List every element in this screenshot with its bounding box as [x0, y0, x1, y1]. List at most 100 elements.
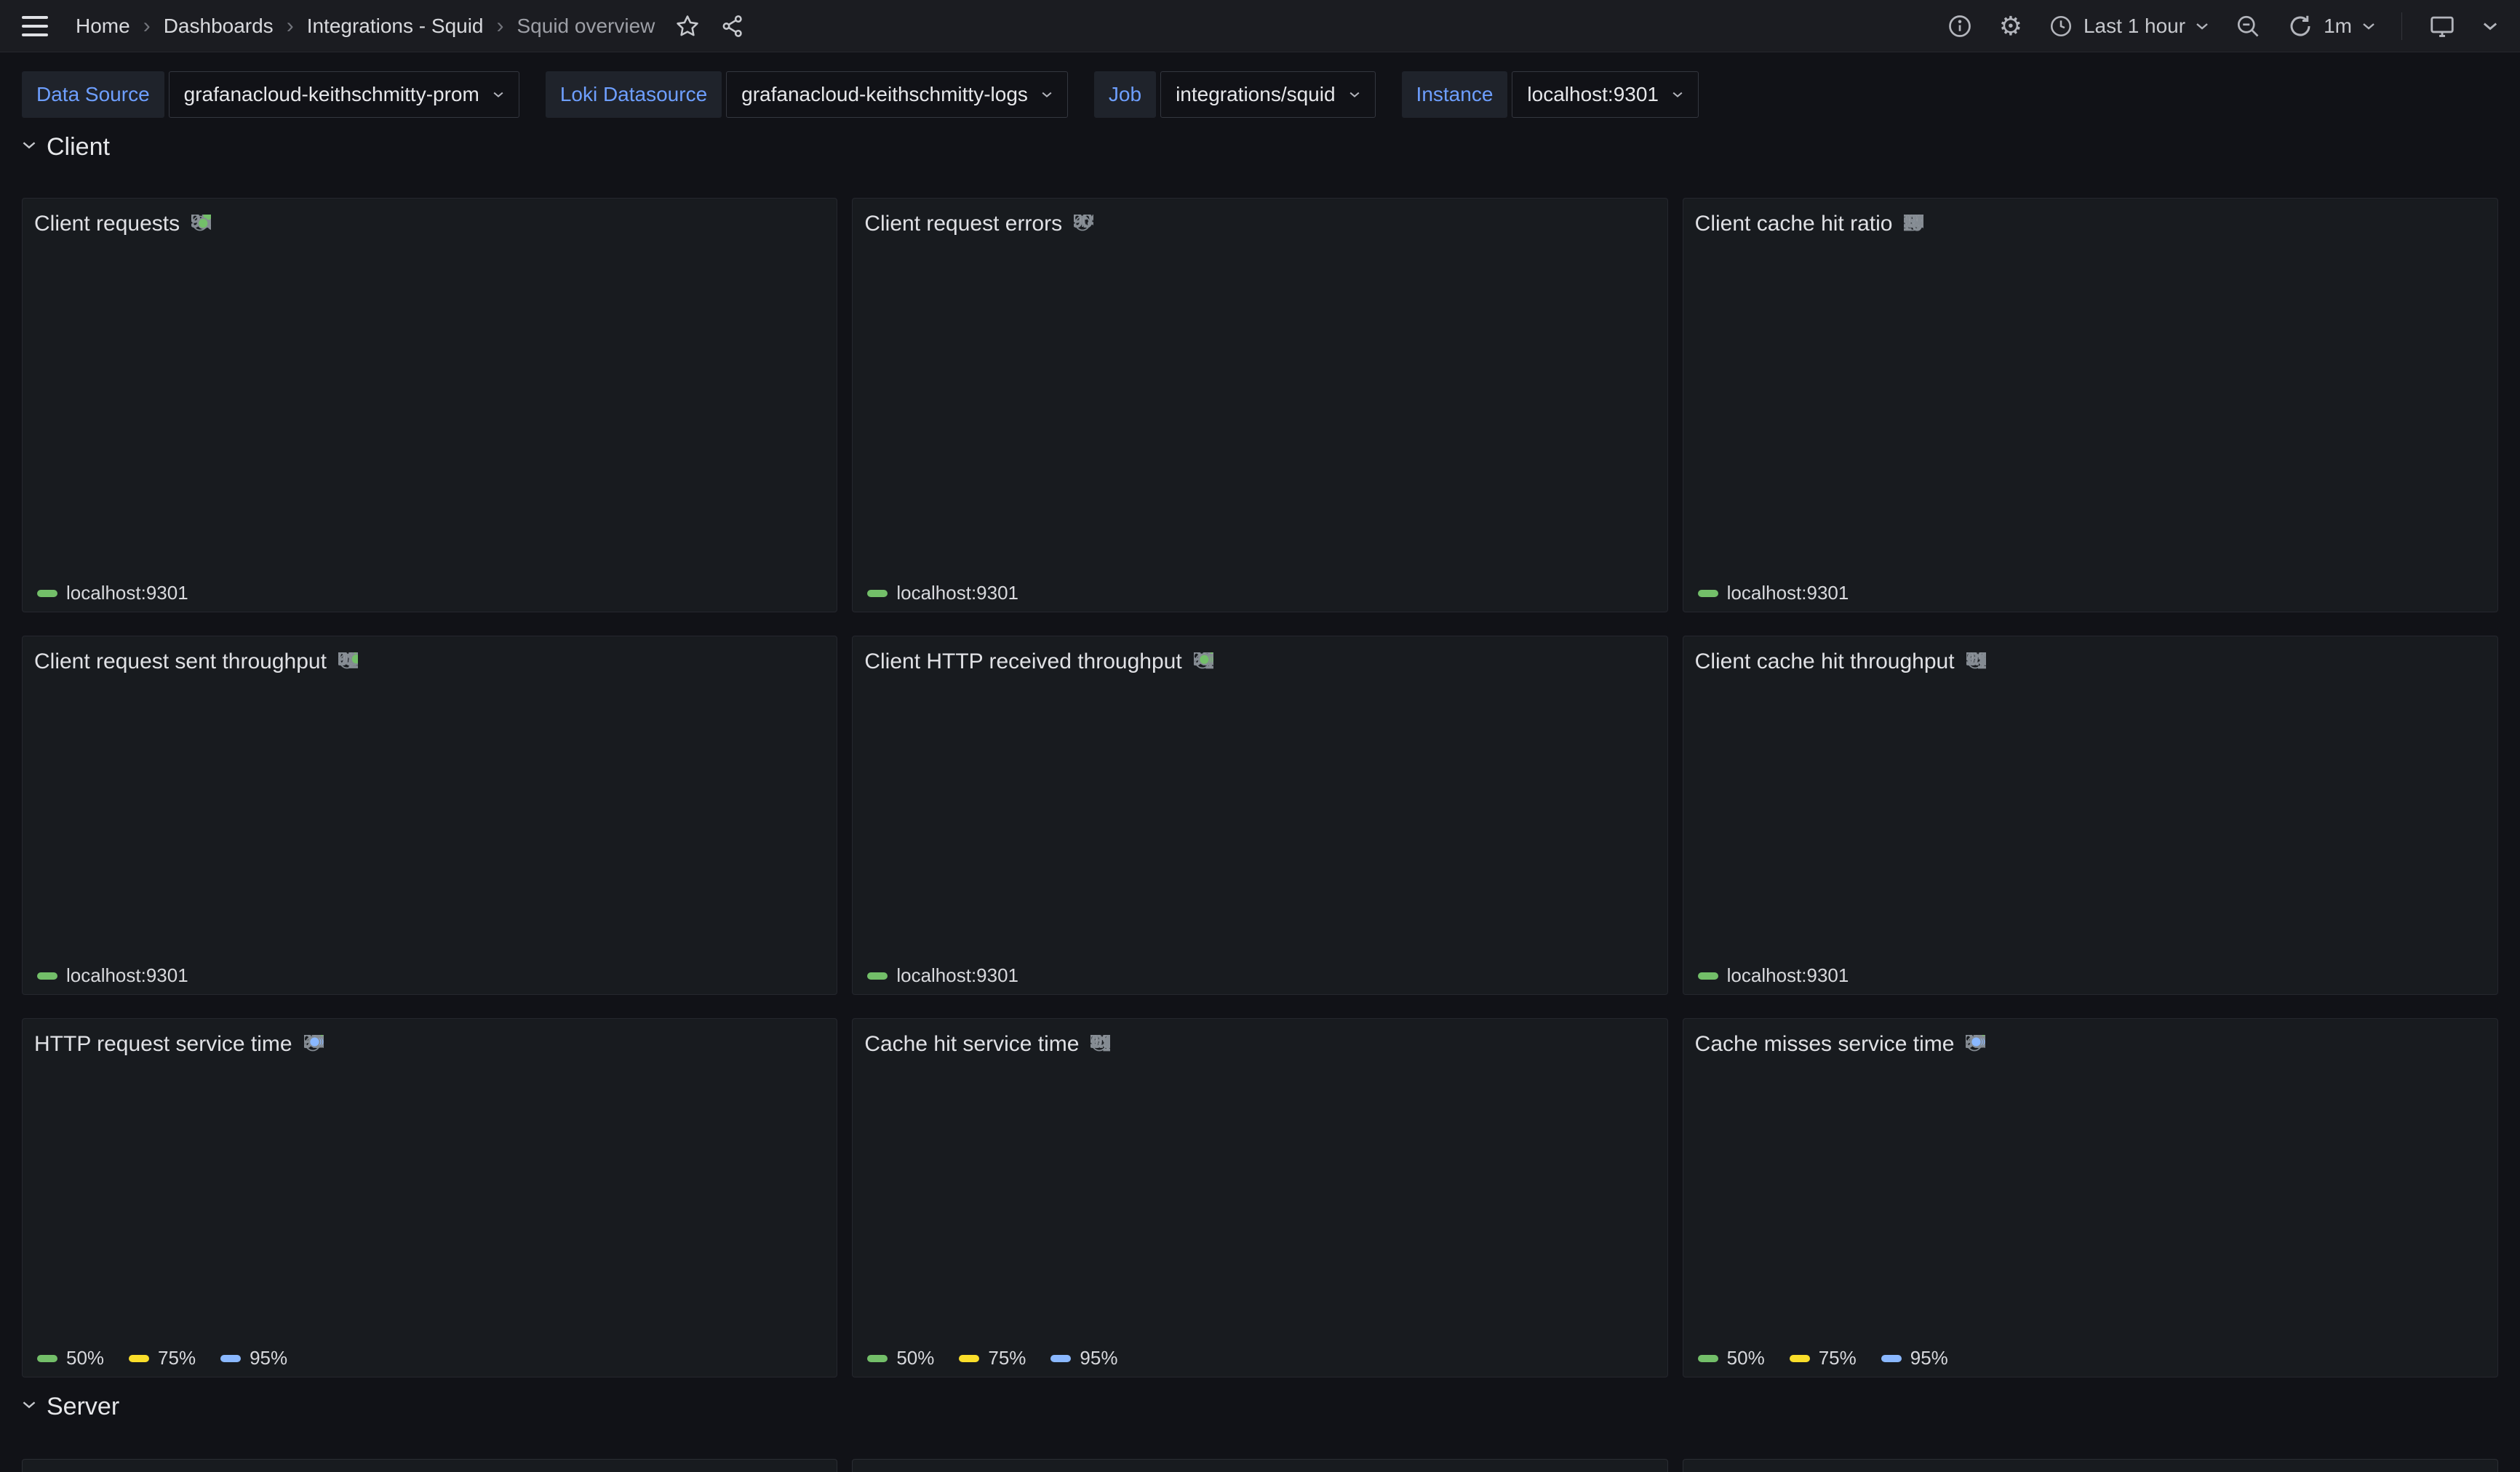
- time-series-chart[interactable]: [864, 1061, 1655, 1340]
- panel-header[interactable]: HTTP request service time 0 s200 µs400 µ…: [34, 1028, 825, 1061]
- panel-legend: localhost:9301: [34, 575, 825, 604]
- legend-item[interactable]: 95%: [1050, 1347, 1117, 1369]
- panel-header[interactable]: Cache hit service time 0 s20 s40 s1 min1…: [864, 1028, 1655, 1061]
- legend-item[interactable]: 75%: [1790, 1347, 1857, 1369]
- panel-legend: localhost:9301: [864, 958, 1655, 987]
- time-series-chart[interactable]: [34, 679, 825, 958]
- time-range-picker[interactable]: Last 1 hour: [2049, 14, 2209, 39]
- legend-item[interactable]: localhost:9301: [37, 964, 188, 987]
- panel-header[interactable]: Cache misses service time 0 s200 µs400 µ…: [1695, 1028, 2486, 1061]
- panel-title: Client cache hit ratio: [1695, 212, 1893, 236]
- panel-header[interactable]: Client request errors 0 errors/s20 error…: [864, 207, 1655, 241]
- data-source-select[interactable]: grafanacloud-keithschmitty-prom: [169, 71, 519, 118]
- zoom-out-icon[interactable]: [2235, 13, 2261, 39]
- panel-legend: localhost:9301: [864, 575, 1655, 604]
- chart-area: [34, 1061, 825, 1340]
- breadcrumb-separator: ›: [143, 14, 151, 39]
- panel: Client request sent throughput 268 B/s27…: [22, 636, 837, 995]
- panel-header[interactable]: Client HTTP received throughput 6 B/s8 B…: [864, 645, 1655, 679]
- panel-header[interactable]: Client request sent throughput 268 B/s27…: [34, 645, 825, 679]
- panel-legend: 50% 75% 95%: [34, 1340, 825, 1369]
- legend-color-pill: [1698, 590, 1718, 597]
- legend-item[interactable]: localhost:9301: [1698, 964, 1849, 987]
- chevron-down-icon: [1672, 91, 1683, 98]
- panel-legend: localhost:9301: [1695, 958, 2486, 987]
- legend-color-pill: [1698, 1355, 1718, 1362]
- info-icon[interactable]: 0 s200 µs400 µs600 µs800 µs1 ms08:5009:0…: [304, 1035, 324, 1055]
- legend-item[interactable]: localhost:9301: [867, 582, 1018, 604]
- star-icon[interactable]: [675, 14, 700, 39]
- share-icon[interactable]: [720, 14, 745, 39]
- legend-label: 75%: [988, 1347, 1026, 1369]
- panel-title: Cache hit service time: [864, 1032, 1079, 1057]
- info-icon[interactable]: 268 B/s270 B/s272 B/s08:5009:0009:1009:2…: [338, 652, 358, 672]
- legend-label: localhost:9301: [1727, 582, 1849, 604]
- time-series-chart[interactable]: [1695, 1061, 2486, 1340]
- legend-color-pill: [129, 1355, 149, 1362]
- top-nav: Home › Dashboards › Integrations - Squid…: [0, 0, 2520, 52]
- info-icon[interactable]: 0 s200 µs400 µs600 µs800 µs1 ms08:5009:0…: [1966, 1035, 1985, 1055]
- breadcrumb: Home › Dashboards › Integrations - Squid…: [76, 14, 655, 39]
- instance-select[interactable]: localhost:9301: [1512, 71, 1699, 118]
- hamburger-menu-icon[interactable]: [22, 16, 48, 36]
- breadcrumb-separator: ›: [497, 14, 504, 39]
- job-select[interactable]: integrations/squid: [1160, 71, 1375, 118]
- tv-mode-icon[interactable]: [2428, 12, 2456, 40]
- filter-value-text: grafanacloud-keithschmitty-prom: [184, 83, 479, 106]
- breadcrumb-dashboards[interactable]: Dashboards: [164, 15, 274, 38]
- panel-header[interactable]: Client cache hit ratio 0%20%40%60%80%100…: [1695, 207, 2486, 241]
- legend-color-pill: [37, 1355, 57, 1362]
- refresh-icon[interactable]: [2287, 13, 2313, 39]
- loki-datasource-select[interactable]: grafanacloud-keithschmitty-logs: [726, 71, 1068, 118]
- info-icon[interactable]: 0 kB/s20 kB/s40 kB/s60 kB/s80 kB/s100 kB…: [1966, 652, 1986, 672]
- time-series-chart[interactable]: [1695, 679, 2486, 958]
- panel: Cache misses service time 0 s200 µs400 µ…: [1683, 1018, 2498, 1377]
- info-icon[interactable]: 0%20%40%60%80%100%08:5009:0009:1009:2009…: [1904, 215, 1923, 234]
- refresh-controls[interactable]: 1m: [2287, 13, 2375, 39]
- breadcrumb-home[interactable]: Home: [76, 15, 130, 38]
- time-series-chart[interactable]: [34, 241, 825, 575]
- filter-value-text: integrations/squid: [1176, 83, 1335, 106]
- legend-color-pill: [867, 1355, 888, 1362]
- chart-area: [34, 241, 825, 575]
- time-series-chart[interactable]: [864, 679, 1655, 958]
- filter-value-text: localhost:9301: [1527, 83, 1659, 106]
- legend-item[interactable]: localhost:9301: [37, 582, 188, 604]
- panel-title: Client requests: [34, 212, 180, 236]
- nav-divider: [2401, 12, 2402, 40]
- legend-item[interactable]: 75%: [959, 1347, 1026, 1369]
- info-icon[interactable]: 0 s20 s40 s1 min1.33 min1.67 min08:5009:…: [1090, 1035, 1110, 1055]
- section-row-client[interactable]: Client: [22, 128, 2498, 166]
- dashboard-info-icon[interactable]: [1947, 13, 1973, 39]
- panel-header[interactable]: Client requests 0.066664 req/s0.066665 r…: [34, 207, 825, 241]
- legend-item[interactable]: 50%: [867, 1347, 934, 1369]
- legend-item[interactable]: 95%: [1881, 1347, 1948, 1369]
- info-icon[interactable]: 0.066664 req/s0.066665 req/s0.066666 req…: [191, 215, 211, 234]
- legend-item[interactable]: 50%: [37, 1347, 104, 1369]
- time-series-chart[interactable]: [1695, 241, 2486, 575]
- panel: [852, 1459, 1667, 1472]
- info-icon[interactable]: 0 errors/s20 errors/s40 errors/s60 error…: [1074, 215, 1093, 234]
- filter-data-source: Data Source grafanacloud-keithschmitty-p…: [22, 71, 519, 118]
- info-icon[interactable]: 6 B/s8 B/s10 B/s08:5009:0009:1009:2009:3…: [1194, 652, 1213, 672]
- legend-item[interactable]: 75%: [129, 1347, 196, 1369]
- chevron-down-icon[interactable]: [2482, 21, 2498, 31]
- legend-item[interactable]: 95%: [220, 1347, 287, 1369]
- section-row-server[interactable]: Server: [22, 1388, 2498, 1425]
- panel-title: Client HTTP received throughput: [864, 649, 1181, 674]
- time-series-chart[interactable]: [864, 241, 1655, 575]
- time-series-chart[interactable]: [34, 1061, 825, 1340]
- legend-label: 50%: [1727, 1347, 1765, 1369]
- panel-header[interactable]: Client cache hit throughput 0 kB/s20 kB/…: [1695, 645, 2486, 679]
- section-title: Server: [47, 1393, 119, 1421]
- legend-item[interactable]: 50%: [1698, 1347, 1765, 1369]
- chevron-down-icon: [2196, 22, 2209, 31]
- legend-item[interactable]: localhost:9301: [867, 964, 1018, 987]
- legend-label: localhost:9301: [66, 964, 188, 987]
- breadcrumb-folder[interactable]: Integrations - Squid: [307, 15, 484, 38]
- panel: Client request errors 0 errors/s20 error…: [852, 198, 1667, 612]
- gear-icon[interactable]: ⚙: [1999, 13, 2022, 39]
- chevron-down-icon: [22, 1400, 36, 1413]
- legend-item[interactable]: localhost:9301: [1698, 582, 1849, 604]
- legend-label: 50%: [66, 1347, 104, 1369]
